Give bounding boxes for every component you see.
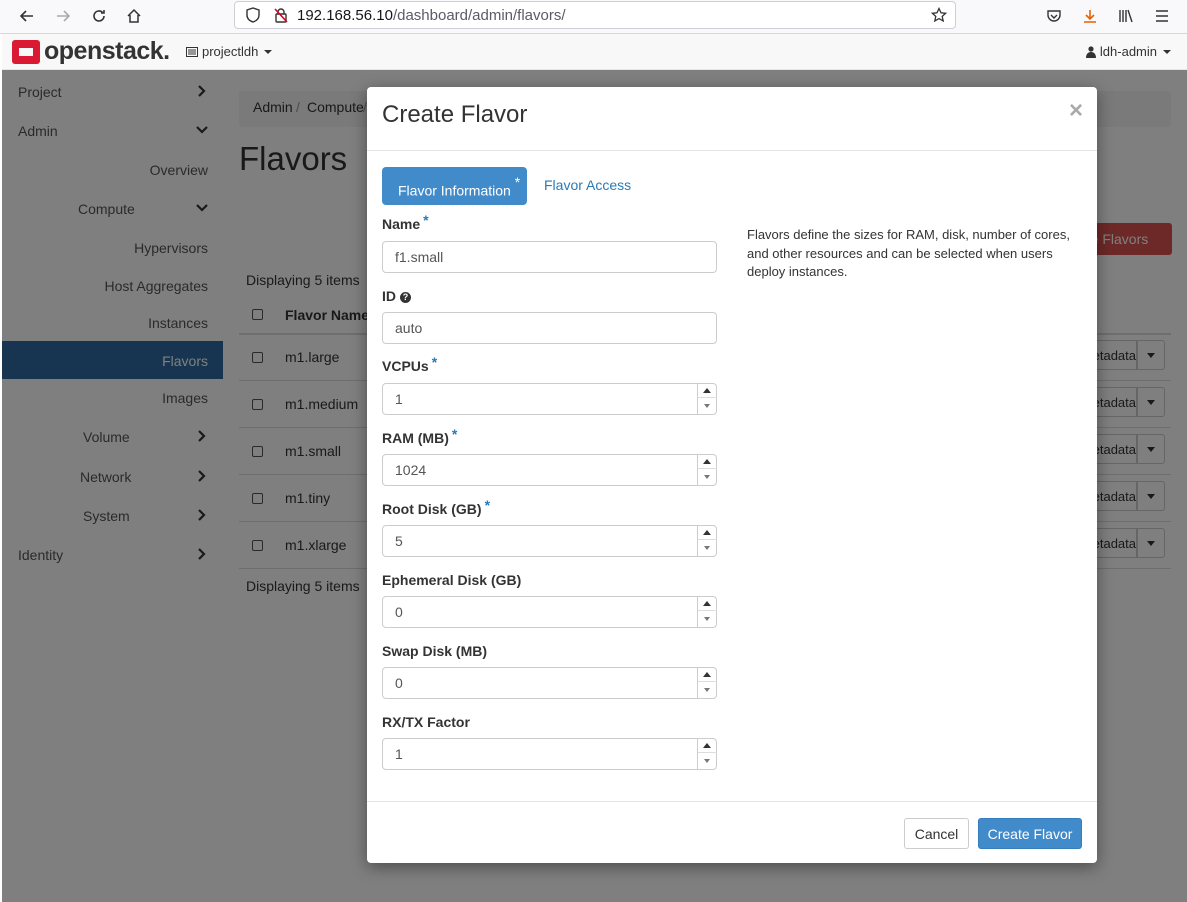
user-name: ldh-admin xyxy=(1099,44,1157,59)
openstack-logo-text[interactable]: openstack. xyxy=(44,37,170,66)
tab-flavor-information[interactable]: Flavor Information * xyxy=(382,167,527,205)
rxtx-factor-label: RX/TX Factor xyxy=(382,714,470,730)
ram-input[interactable] xyxy=(382,454,717,486)
help-icon[interactable]: ? xyxy=(400,292,411,303)
modal-header: Create Flavor × xyxy=(367,87,1097,151)
url-path: /dashboard/admin/flavors/ xyxy=(392,7,566,24)
stepper-down-icon[interactable] xyxy=(698,540,717,555)
name-label: Name * xyxy=(382,212,429,232)
vcpus-label-text: VCPUs xyxy=(382,358,429,374)
name-input[interactable] xyxy=(382,241,717,273)
name-label-text: Name xyxy=(382,216,421,232)
required-marker: * xyxy=(484,497,491,513)
swap-disk-label: Swap Disk (MB) xyxy=(382,643,488,659)
library-icon[interactable] xyxy=(1112,3,1140,29)
stepper-up-icon[interactable] xyxy=(698,383,717,398)
stepper-down-icon[interactable] xyxy=(698,398,717,413)
swap-disk-stepper[interactable] xyxy=(697,667,717,699)
forward-icon[interactable] xyxy=(49,3,77,29)
root-disk-label-text: Root Disk (GB) xyxy=(382,501,482,517)
tab-label: Flavor Information xyxy=(398,182,511,199)
required-marker: * xyxy=(514,174,521,190)
ephemeral-disk-label: Ephemeral Disk (GB) xyxy=(382,572,522,588)
browser-toolbar: 192.168.56.10/dashboard/admin/flavors/ xyxy=(0,0,1187,34)
url-text: 192.168.56.10/dashboard/admin/flavors/ xyxy=(297,7,566,24)
caret-down-icon xyxy=(1163,49,1171,54)
project-selector[interactable]: projectldh xyxy=(186,44,273,59)
root-disk-label: Root Disk (GB) * xyxy=(382,497,490,517)
flavor-description: Flavors define the sizes for RAM, disk, … xyxy=(747,227,1070,279)
user-icon xyxy=(1085,45,1096,58)
stepper-down-icon[interactable] xyxy=(698,469,717,484)
cancel-button[interactable]: Cancel xyxy=(904,818,969,849)
back-icon[interactable] xyxy=(13,3,41,29)
stepper-up-icon[interactable] xyxy=(698,525,717,540)
stepper-up-icon[interactable] xyxy=(698,596,717,611)
create-flavor-modal: Create Flavor × Flavor Information * Fla… xyxy=(367,87,1097,863)
ram-label-text: RAM (MB) xyxy=(382,430,449,446)
required-marker: * xyxy=(451,426,458,442)
vcpus-stepper[interactable] xyxy=(697,383,717,415)
root-disk-input[interactable] xyxy=(382,525,717,557)
home-icon[interactable] xyxy=(120,3,148,29)
id-label-text: ID xyxy=(382,288,396,304)
vcpus-label: VCPUs * xyxy=(382,354,437,374)
rxtx-factor-input[interactable] xyxy=(382,738,717,770)
ephemeral-disk-input[interactable] xyxy=(382,596,717,628)
shield-icon[interactable] xyxy=(239,2,267,28)
reload-icon[interactable] xyxy=(85,3,113,29)
caret-down-icon xyxy=(264,49,273,54)
root-disk-stepper[interactable] xyxy=(697,525,717,557)
rxtx-factor-stepper[interactable] xyxy=(697,738,717,770)
stepper-up-icon[interactable] xyxy=(698,454,717,469)
stepper-up-icon[interactable] xyxy=(698,667,717,682)
modal-title: Create Flavor xyxy=(382,101,528,128)
ram-label: RAM (MB) * xyxy=(382,426,457,446)
required-marker: * xyxy=(431,354,438,370)
pocket-icon[interactable] xyxy=(1040,3,1068,29)
insecure-lock-icon[interactable] xyxy=(267,2,295,28)
tab-flavor-access[interactable]: Flavor Access xyxy=(544,177,631,193)
stepper-down-icon[interactable] xyxy=(698,611,717,626)
ephemeral-disk-stepper[interactable] xyxy=(697,596,717,628)
stepper-down-icon[interactable] xyxy=(698,682,717,697)
stepper-down-icon[interactable] xyxy=(698,753,717,768)
required-marker: * xyxy=(423,212,429,228)
id-label: ID? xyxy=(382,288,411,304)
url-bar[interactable]: 192.168.56.10/dashboard/admin/flavors/ xyxy=(234,1,956,29)
url-host: 192.168.56.10 xyxy=(297,7,393,24)
create-flavor-button[interactable]: Create Flavor xyxy=(978,818,1082,849)
id-input[interactable] xyxy=(382,312,717,344)
ram-stepper[interactable] xyxy=(697,454,717,486)
download-icon[interactable] xyxy=(1076,3,1104,29)
openstack-logo-icon[interactable] xyxy=(12,40,40,64)
hamburger-menu-icon[interactable] xyxy=(1148,3,1176,29)
stepper-up-icon[interactable] xyxy=(698,738,717,753)
vcpus-input[interactable] xyxy=(382,383,717,415)
user-menu[interactable]: ldh-admin xyxy=(1085,44,1171,59)
project-name: projectldh xyxy=(202,44,259,59)
bookmark-star-icon[interactable] xyxy=(925,2,953,28)
modal-footer: Cancel Create Flavor xyxy=(367,801,1097,863)
swap-disk-input[interactable] xyxy=(382,667,717,699)
project-icon xyxy=(186,46,198,57)
close-icon[interactable]: × xyxy=(1069,97,1083,125)
app-header: openstack. projectldh ldh-admin xyxy=(2,34,1187,70)
